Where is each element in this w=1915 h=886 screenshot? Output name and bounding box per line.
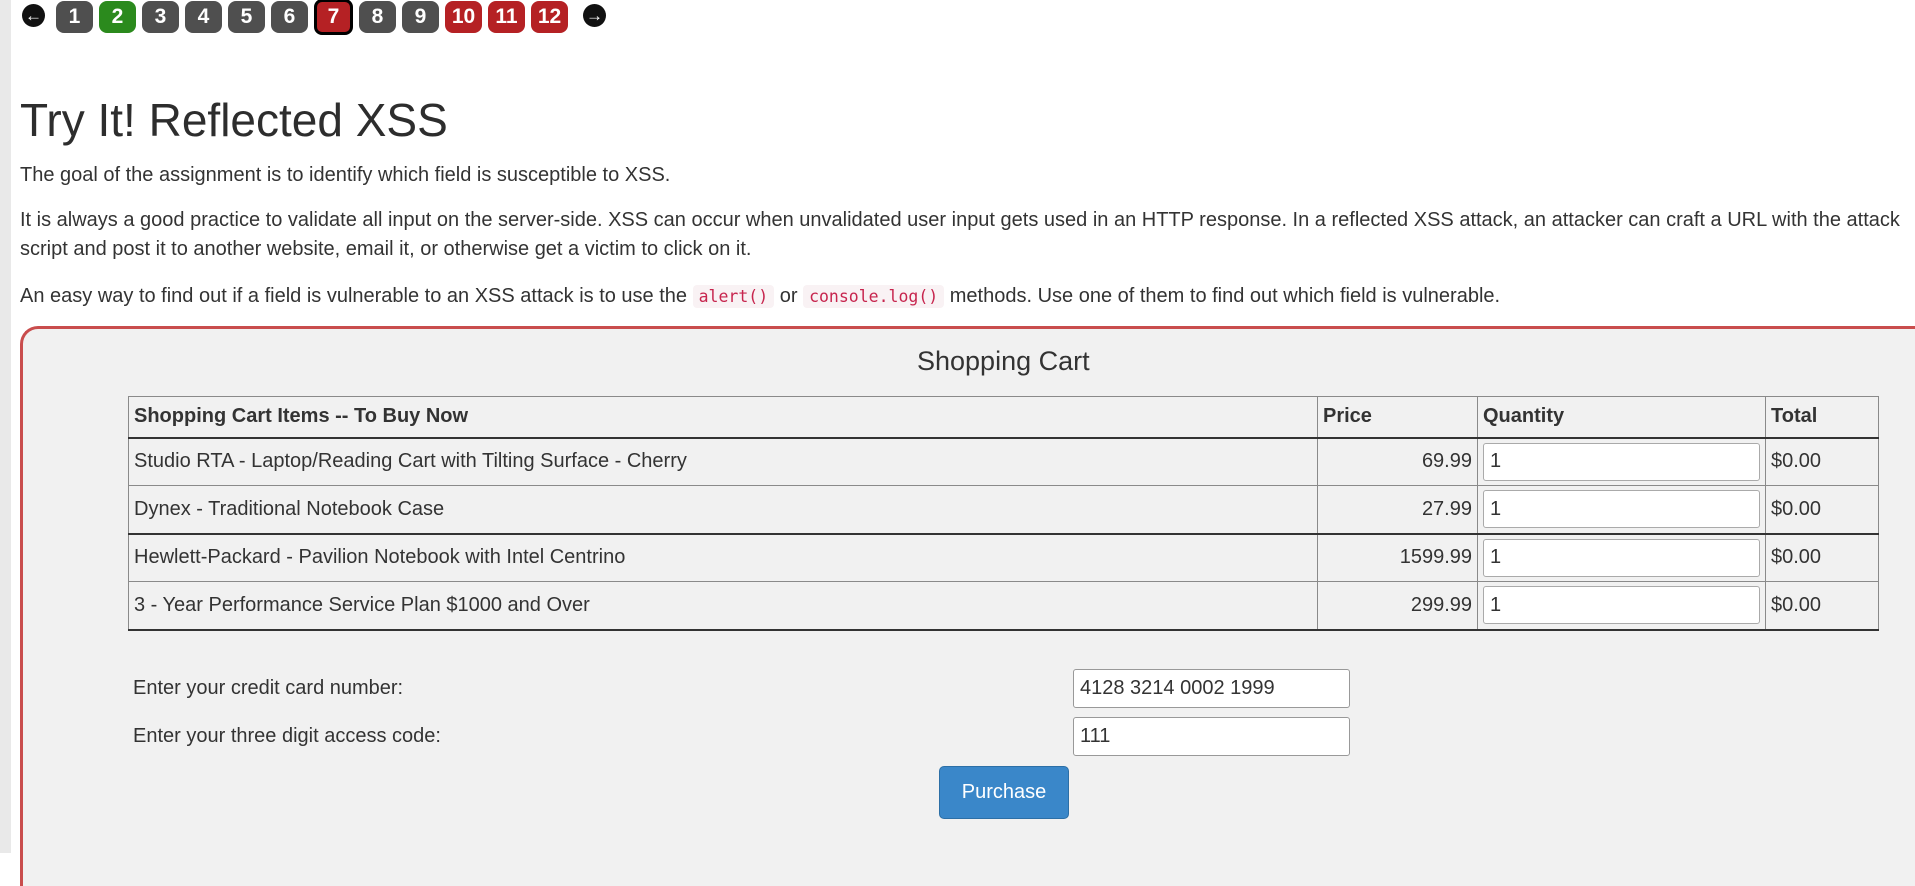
- intro-paragraph: The goal of the assignment is to identif…: [20, 164, 671, 186]
- page-button-12[interactable]: 12: [531, 1, 568, 33]
- item-total: $0.00: [1765, 437, 1879, 486]
- hint-text-or: or: [774, 285, 804, 307]
- console-log-code: console.log(): [803, 285, 945, 308]
- quantity-input[interactable]: [1483, 586, 1760, 625]
- item-quantity-cell: [1477, 533, 1766, 582]
- item-name: Studio RTA - Laptop/Reading Cart with Ti…: [128, 437, 1318, 486]
- page-title: Try It! Reflected XSS: [20, 94, 448, 146]
- item-quantity-cell: [1477, 581, 1766, 631]
- item-quantity-cell: [1477, 437, 1766, 486]
- item-quantity-cell: [1477, 485, 1766, 535]
- credit-card-label: Enter your credit card number:: [133, 677, 404, 699]
- purchase-button[interactable]: Purchase: [939, 766, 1069, 819]
- left-rail: [0, 0, 11, 853]
- page-button-11[interactable]: 11: [488, 1, 525, 33]
- item-total: $0.00: [1765, 581, 1879, 631]
- hint-paragraph: An easy way to find out if a field is vu…: [20, 282, 1915, 311]
- alert-code: alert(): [692, 285, 775, 308]
- page-button-6[interactable]: 6: [271, 1, 308, 33]
- page-button-8[interactable]: 8: [359, 1, 396, 33]
- credit-card-input[interactable]: [1073, 669, 1350, 708]
- arrow-right-icon[interactable]: →: [583, 3, 606, 27]
- header-quantity: Quantity: [1477, 396, 1766, 439]
- item-price: 1599.99: [1317, 533, 1478, 582]
- header-price: Price: [1317, 396, 1478, 439]
- item-price: 27.99: [1317, 485, 1478, 535]
- table-row: Hewlett-Packard - Pavilion Notebook with…: [128, 533, 1879, 582]
- access-code-label: Enter your three digit access code:: [133, 725, 441, 747]
- page-button-7-current[interactable]: 7: [314, 0, 353, 35]
- page-button-10[interactable]: 10: [445, 1, 482, 33]
- page-button-4[interactable]: 4: [185, 1, 222, 33]
- hint-text-before: An easy way to find out if a field is vu…: [20, 285, 693, 307]
- item-total: $0.00: [1765, 485, 1879, 535]
- shopping-cart-table: Shopping Cart Items -- To Buy Now Price …: [128, 396, 1879, 631]
- shopping-cart-title: Shopping Cart: [917, 346, 1090, 376]
- table-row: Dynex - Traditional Notebook Case 27.99 …: [128, 485, 1879, 535]
- lesson-pager: ← 1 2 3 4 5 6 7 8 9 10 11 12 →: [22, 0, 606, 35]
- item-price: 299.99: [1317, 581, 1478, 631]
- item-price: 69.99: [1317, 437, 1478, 486]
- item-total: $0.00: [1765, 533, 1879, 582]
- page-button-5[interactable]: 5: [228, 1, 265, 33]
- access-code-input[interactable]: [1073, 717, 1350, 756]
- page-button-3[interactable]: 3: [142, 1, 179, 33]
- hint-text-after: methods. Use one of them to find out whi…: [944, 285, 1501, 307]
- quantity-input[interactable]: [1483, 442, 1760, 481]
- quantity-input[interactable]: [1483, 538, 1760, 577]
- header-total: Total: [1765, 396, 1879, 439]
- page-button-1[interactable]: 1: [56, 1, 93, 33]
- table-row: Studio RTA - Laptop/Reading Cart with Ti…: [128, 437, 1879, 486]
- quantity-input[interactable]: [1483, 490, 1760, 529]
- header-items: Shopping Cart Items -- To Buy Now: [128, 396, 1318, 439]
- item-name: 3 - Year Performance Service Plan $1000 …: [128, 581, 1318, 631]
- table-header-row: Shopping Cart Items -- To Buy Now Price …: [128, 396, 1879, 439]
- item-name: Hewlett-Packard - Pavilion Notebook with…: [128, 533, 1318, 582]
- arrow-left-icon[interactable]: ←: [22, 3, 45, 27]
- page-button-2[interactable]: 2: [99, 1, 136, 33]
- explanation-paragraph: It is always a good practice to validate…: [20, 209, 1900, 260]
- table-row: 3 - Year Performance Service Plan $1000 …: [128, 581, 1879, 631]
- page-button-9[interactable]: 9: [402, 1, 439, 33]
- item-name: Dynex - Traditional Notebook Case: [128, 485, 1318, 535]
